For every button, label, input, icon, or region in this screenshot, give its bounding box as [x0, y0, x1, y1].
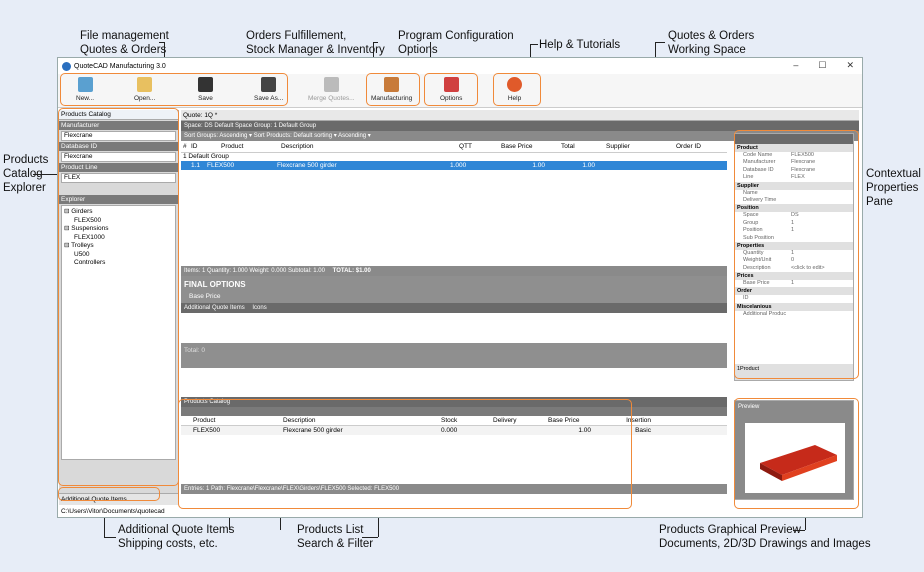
- callout-program-config: Program Configuration Options: [398, 30, 514, 56]
- additional-total: Total: 0: [184, 347, 205, 354]
- callout-workspace: Quotes & Orders Working Space: [668, 30, 755, 56]
- minimize-icon[interactable]: –: [793, 60, 798, 71]
- maximize-icon[interactable]: ☐: [818, 60, 826, 71]
- merge-quotes-button[interactable]: Merge Quotes...: [308, 77, 355, 102]
- base-price-item[interactable]: Base Price: [181, 293, 727, 300]
- tab-quote[interactable]: Quote: 1Q *: [181, 110, 859, 121]
- callout-preview: Products Graphical Preview Documents, 2D…: [659, 524, 871, 550]
- table-row[interactable]: 1.1 FLEX500 Flexcrane 500 girder 1.000 1…: [181, 161, 727, 170]
- callout-additional-items: Additional Quote Items Shipping costs, e…: [118, 524, 235, 550]
- highlight-help: [493, 73, 541, 106]
- final-options-title: FINAL OPTIONS: [184, 280, 246, 289]
- additional-items-list: [181, 313, 727, 343]
- final-options-panel: FINAL OPTIONS Base Price Additional Quot…: [181, 276, 727, 368]
- callout-contextual-pane: Contextual Properties Pane: [866, 168, 921, 208]
- title-bar: QuoteCAD Manufacturing 3.0 – ☐ ✕: [58, 58, 862, 74]
- highlight-options: [424, 73, 478, 106]
- highlight-manufacturing: [366, 73, 420, 106]
- additional-items-bar: Additional Quote Items Icons: [181, 303, 727, 313]
- highlight-catalog-explorer: [58, 108, 179, 486]
- window-controls: – ☐ ✕: [793, 60, 854, 71]
- items-summary-bar: Items: 1 Quantity: 1.000 Weight: 0.000 S…: [181, 266, 727, 276]
- leader-list-h: [362, 537, 378, 538]
- close-icon[interactable]: ✕: [846, 60, 854, 71]
- group-label: 1 Default Group: [183, 153, 229, 160]
- app-title: QuoteCAD Manufacturing 3.0: [74, 62, 166, 70]
- callout-file-management: File management Quotes & Orders: [80, 30, 169, 56]
- merge-icon: [323, 77, 339, 92]
- quote-table-header: # ID Product Description QTT Base Price …: [181, 141, 727, 153]
- highlight-additional-items: [58, 487, 160, 501]
- highlight-properties-pane: [734, 130, 859, 379]
- callout-orders: Orders Fulfillement, Stock Manager & Inv…: [246, 30, 385, 56]
- leader-help: [530, 44, 538, 45]
- quote-table-body: [181, 170, 727, 266]
- leader-explorer: [33, 174, 58, 175]
- leader-preview-h: [793, 530, 805, 531]
- highlight-products-list: [178, 399, 632, 509]
- leader-additional-h: [104, 537, 116, 538]
- leader-workspace: [655, 42, 665, 43]
- callout-help: Help & Tutorials: [539, 39, 621, 51]
- app-logo-icon: [62, 61, 71, 71]
- highlight-preview-pane: [734, 398, 859, 509]
- highlight-file-management: [60, 73, 288, 106]
